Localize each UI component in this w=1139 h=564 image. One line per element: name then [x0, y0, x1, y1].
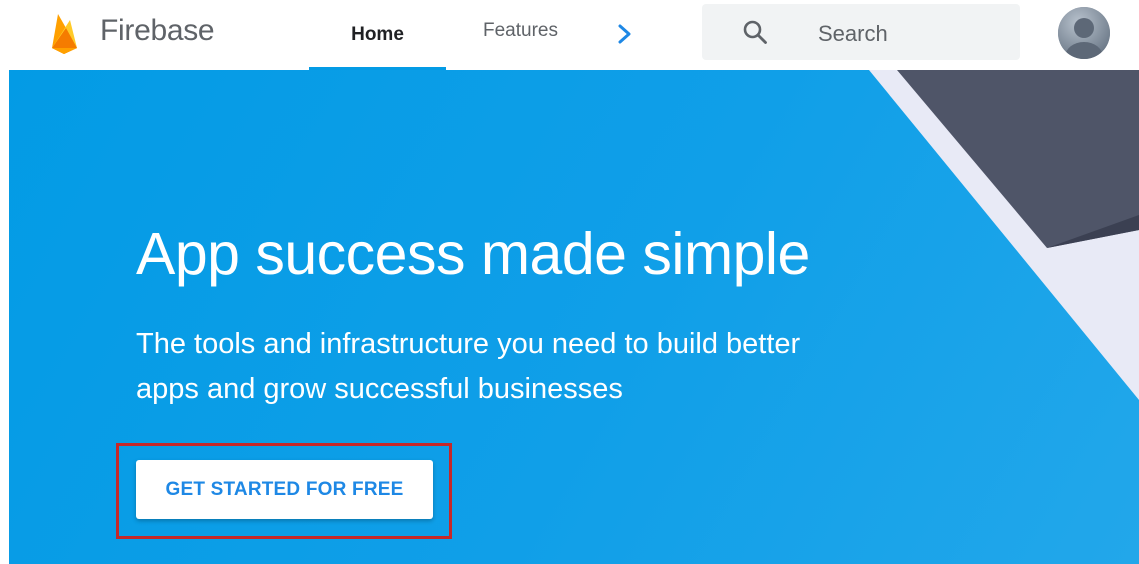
avatar[interactable]	[1058, 7, 1110, 59]
brand-name[interactable]: Firebase	[100, 14, 215, 48]
hero-headline: App success made simple	[136, 221, 810, 287]
firebase-flame-icon[interactable]	[44, 10, 84, 54]
user-avatar-icon	[1058, 7, 1110, 59]
search-box[interactable]: Search	[702, 4, 1020, 60]
tab-features[interactable]: Features	[483, 20, 558, 42]
highlight-box	[116, 443, 452, 539]
tab-home-label: Home	[351, 24, 404, 45]
search-icon[interactable]	[742, 19, 768, 45]
tab-home[interactable]: Home	[309, 0, 446, 70]
hero-subheadline: The tools and infrastructure you need to…	[136, 328, 801, 405]
chevron-right-icon[interactable]	[614, 22, 636, 46]
search-placeholder: Search	[818, 21, 888, 46]
top-navigation-bar: Firebase Home Features Search	[0, 0, 1139, 70]
